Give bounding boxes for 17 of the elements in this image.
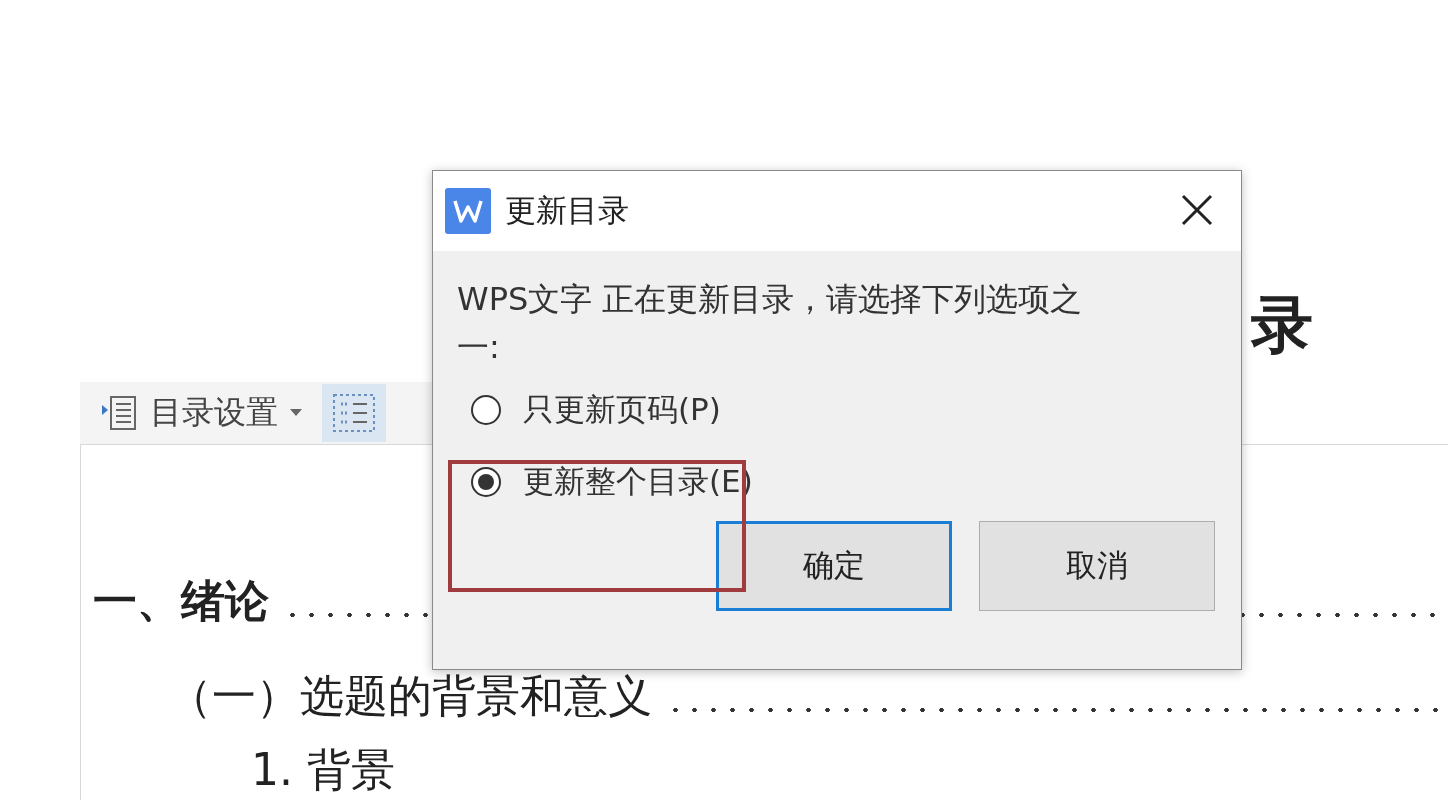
toc-entry: 1. 背景 (251, 743, 395, 797)
dotted-list-icon (331, 392, 377, 434)
toc-settings-menu[interactable]: 目录设置 (92, 385, 308, 441)
ok-button[interactable]: 确定 (716, 521, 952, 611)
close-icon (1181, 193, 1213, 226)
radio-button[interactable] (471, 467, 501, 497)
cancel-button[interactable]: 取消 (979, 521, 1215, 611)
toc-update-button[interactable] (322, 384, 386, 442)
dialog-message: WPS文字 正在更新目录，请选择下列选项之一: (456, 279, 1084, 368)
radio-option[interactable]: 只更新页码(P) (471, 389, 1241, 431)
document-heading: 录 (1251, 287, 1313, 363)
caret-icon (290, 409, 302, 417)
app-logo-icon (445, 188, 491, 234)
toc-entry: 一、绪论 (93, 574, 269, 628)
radio-button[interactable] (471, 395, 501, 425)
toc-entry: （一）选题的背景和意义 (168, 669, 652, 723)
dialog-title: 更新目录 (505, 191, 630, 230)
